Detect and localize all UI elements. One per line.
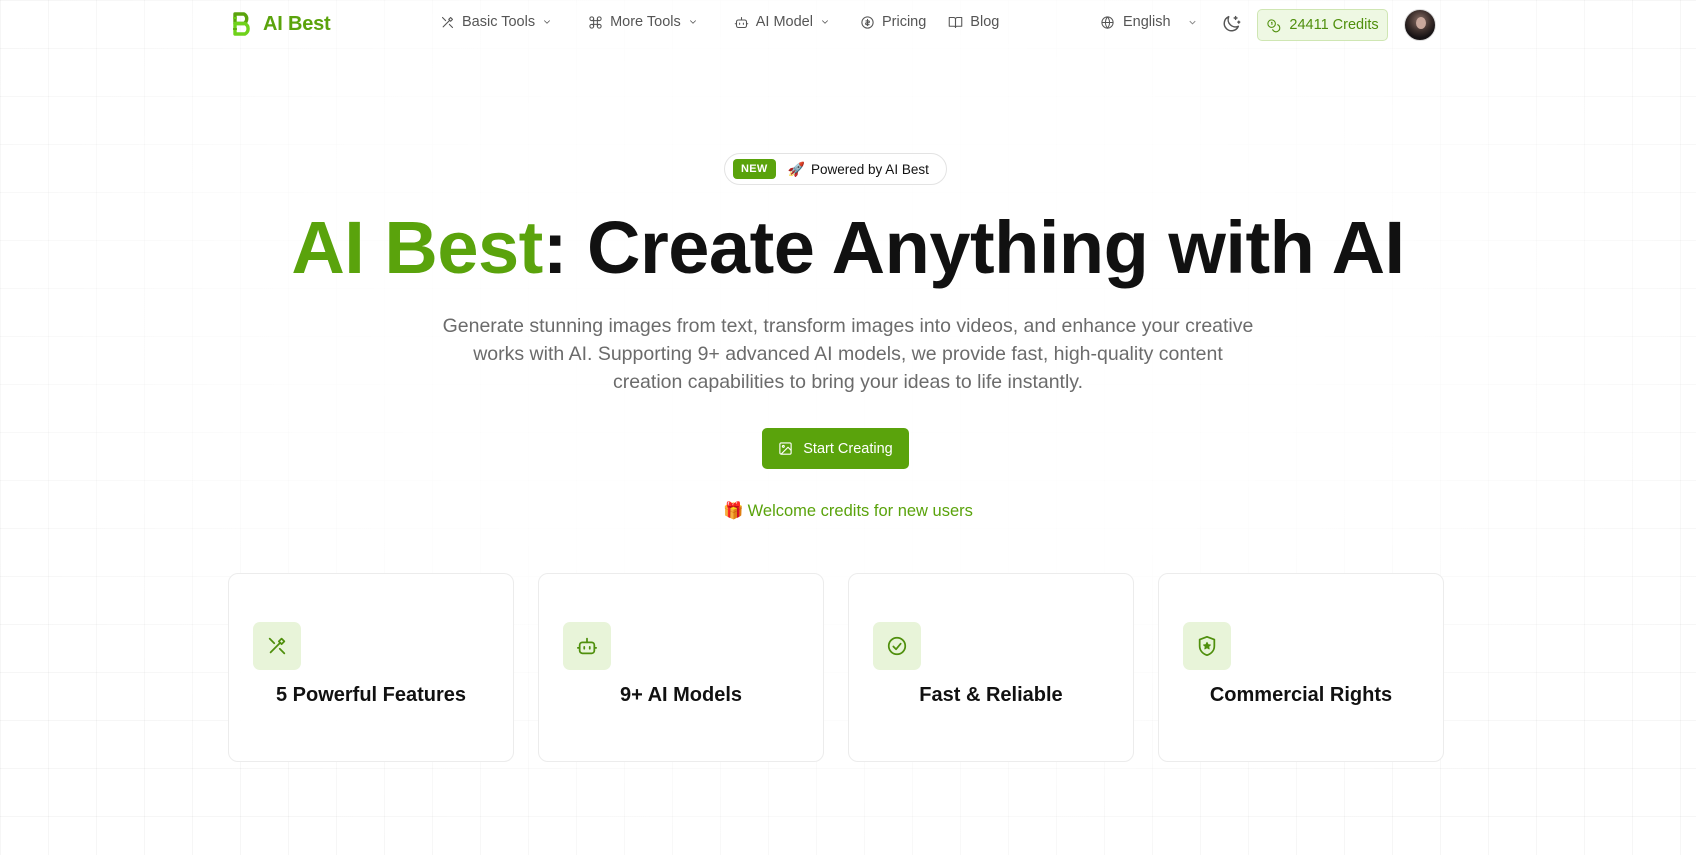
gift-icon: 🎁 <box>723 502 744 520</box>
moon-icon <box>1223 15 1241 32</box>
credits-label: 24411 Credits <box>1289 17 1379 33</box>
nav-basic-tools-label: Basic Tools <box>462 14 536 30</box>
badge-text: Powered by AI Best <box>811 161 929 177</box>
hero-title: AI Best: Create Anything with AI <box>0 208 1696 288</box>
check-circle-icon <box>887 636 907 656</box>
main-nav: Basic Tools More Tools AI Model Pricing … <box>440 14 999 30</box>
start-creating-button[interactable]: Start Creating <box>762 428 909 469</box>
language-label: English <box>1123 14 1171 30</box>
bot-icon <box>734 16 749 28</box>
chevron-down-icon <box>1188 20 1196 25</box>
tools-icon <box>441 16 454 28</box>
welcome-text: Welcome credits for new users <box>747 502 973 520</box>
welcome-credits-note: 🎁 Welcome credits for new users <box>0 502 1696 521</box>
rocket-icon: 🚀 <box>787 160 806 177</box>
feature-icon-box <box>873 622 921 670</box>
language-selector[interactable]: English <box>1100 14 1198 30</box>
nav-blog-label: Blog <box>970 14 1000 30</box>
feature-card-title: 9+ AI Models <box>619 684 743 706</box>
hero-title-rest: : Create Anything with AI <box>542 206 1405 289</box>
globe-icon <box>1101 15 1114 29</box>
user-avatar[interactable] <box>1404 9 1436 41</box>
nav-basic-tools[interactable]: Basic Tools <box>440 14 552 30</box>
logo-text: AI Best <box>263 12 331 35</box>
feature-card-models: 9+ AI Models <box>538 573 824 762</box>
hero-subtitle: Generate stunning images from text, tran… <box>442 315 1254 393</box>
nav-ai-model[interactable]: AI Model <box>734 14 830 30</box>
bot-icon <box>576 637 598 655</box>
tools-icon <box>268 637 286 655</box>
command-icon <box>589 15 602 29</box>
coins-icon <box>1267 18 1281 32</box>
feature-card-title: 5 Powerful Features <box>275 684 467 706</box>
chevron-down-icon <box>544 20 550 24</box>
start-creating-label: Start Creating <box>803 440 893 457</box>
nav-more-tools[interactable]: More Tools <box>588 14 698 30</box>
feature-icon-box <box>253 622 301 670</box>
theme-toggle[interactable] <box>1220 13 1242 35</box>
announcement-badge: NEW 🚀 Powered by AI Best <box>724 153 947 185</box>
feature-icon-box <box>1183 622 1231 670</box>
feature-card-title: Fast & Reliable <box>919 684 1063 706</box>
feature-card-title: Commercial Rights <box>1209 684 1393 706</box>
nav-pricing[interactable]: Pricing <box>860 14 926 30</box>
top-navbar: AI Best Basic Tools More Tools AI Model … <box>0 0 1696 50</box>
shield-star-icon <box>1198 635 1216 657</box>
hero-title-brand: AI Best <box>291 206 543 289</box>
nav-pricing-label: Pricing <box>881 14 927 30</box>
nav-more-tools-label: More Tools <box>610 14 681 30</box>
image-icon <box>779 442 792 455</box>
chevron-down-icon <box>689 20 696 24</box>
nav-blog[interactable]: Blog <box>948 14 999 30</box>
new-tag: NEW <box>733 159 776 179</box>
feature-card-features: 5 Powerful Features <box>228 573 514 762</box>
logo-icon <box>233 12 250 36</box>
chevron-down-icon <box>822 20 828 24</box>
feature-icon-box <box>563 622 611 670</box>
nav-ai-model-label: AI Model <box>755 14 813 30</box>
coin-icon <box>861 15 874 29</box>
book-icon <box>949 16 963 28</box>
feature-card-reliable: Fast & Reliable <box>848 573 1134 762</box>
logo[interactable]: AI Best <box>232 11 331 37</box>
feature-card-commercial: Commercial Rights <box>1158 573 1444 762</box>
credits-button[interactable]: 24411 Credits <box>1257 9 1388 41</box>
